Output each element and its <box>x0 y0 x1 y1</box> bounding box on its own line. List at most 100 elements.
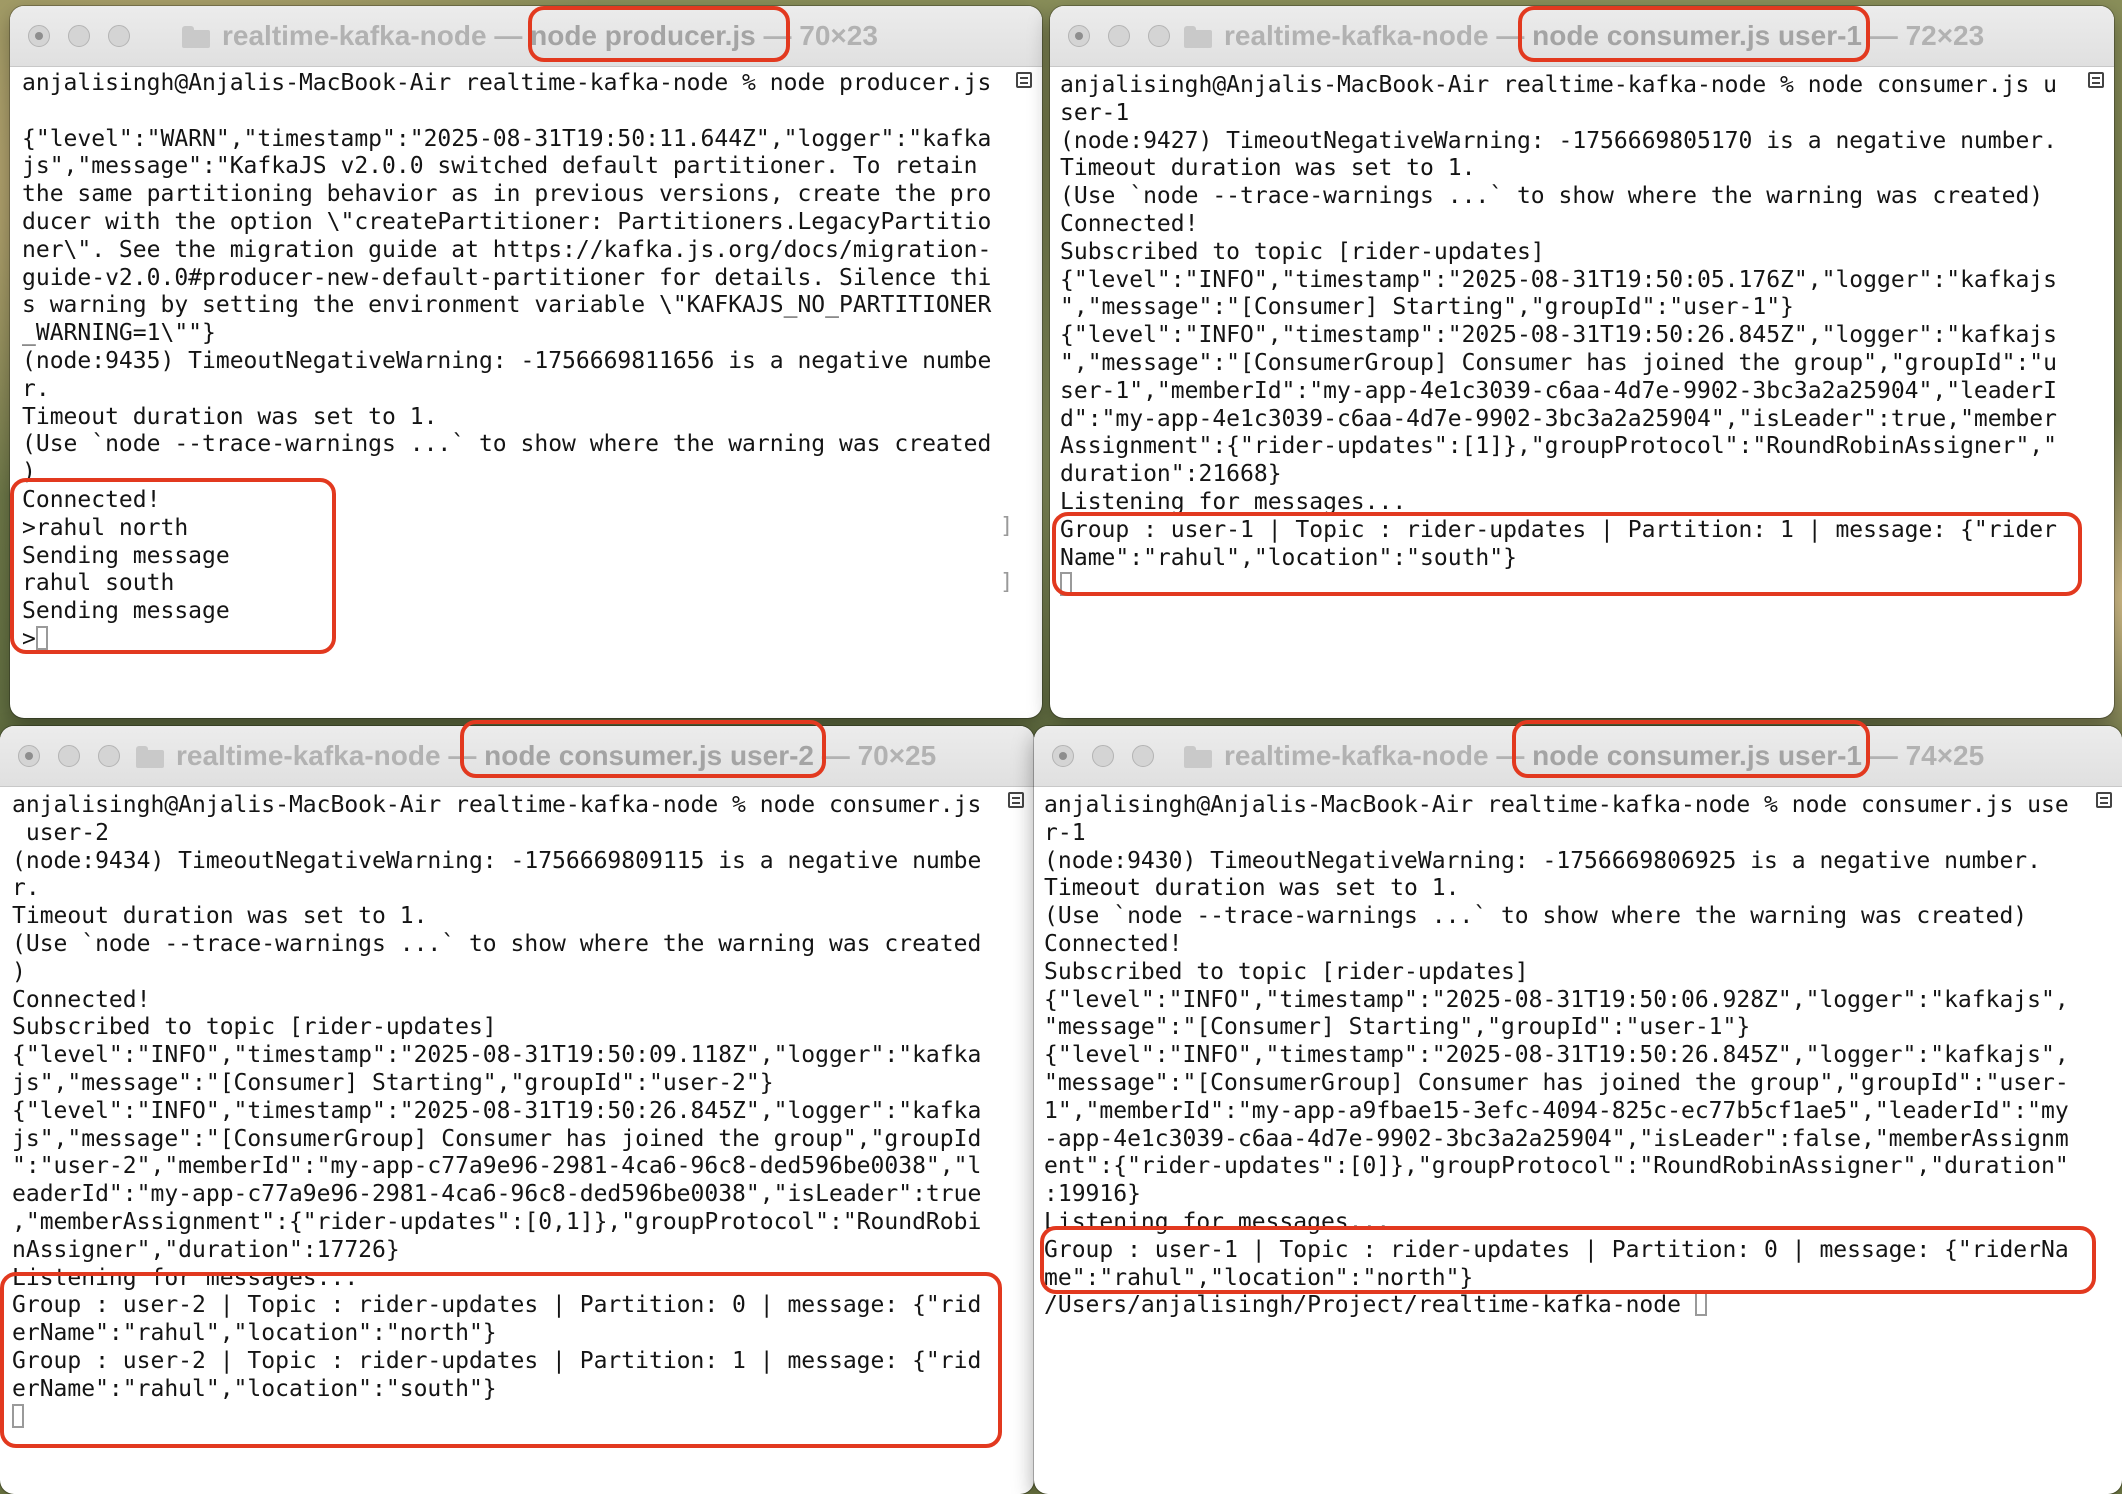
close-button[interactable] <box>28 25 50 47</box>
window-title: realtime-kafka-node — node producer.js —… <box>182 6 878 66</box>
terminal-line: Listening for messages... <box>12 1264 359 1291</box>
title-size: 70×25 <box>857 740 937 771</box>
terminal-line: guide-v2.0.0#producer-new-default-partit… <box>22 264 992 291</box>
terminal-line: {"level":"INFO","timestamp":"2025-08-31T… <box>1060 266 2057 293</box>
terminal-window-producer[interactable]: realtime-kafka-node — node producer.js —… <box>10 6 1042 718</box>
minimize-button[interactable] <box>1092 745 1114 767</box>
terminal-window-consumer-user-2[interactable]: realtime-kafka-node — node consumer.js u… <box>0 726 1034 1494</box>
terminal-content[interactable]: anjalisingh@Anjalis-MacBook-Air realtime… <box>1034 786 2122 1494</box>
title-size: 74×25 <box>1905 740 1985 771</box>
terminal-line: {"level":"INFO","timestamp":"2025-08-31T… <box>1060 322 2057 349</box>
cursor-icon <box>1694 1292 1707 1317</box>
terminal-line: (Use `node --trace-warnings ...` to show… <box>22 431 992 458</box>
terminal-line: Timeout duration was set to 1. <box>12 903 428 930</box>
title-bar[interactable]: realtime-kafka-node — node producer.js —… <box>10 6 1042 67</box>
terminal-line: ent":{"rider-updates":[0]},"groupProtoco… <box>1044 1153 2069 1180</box>
terminal-line: r. <box>12 875 40 902</box>
terminal-line: d":"my-app-4e1c3039-c6aa-4d7e-9902-3bc3a… <box>1060 405 2057 432</box>
terminal-line: (node:9435) TimeoutNegativeWarning: -175… <box>22 347 992 374</box>
scrollbar-marker-icon[interactable] <box>2088 72 2104 88</box>
terminal-line: :19916} <box>1044 1181 1141 1208</box>
terminal-line: Connected! <box>12 986 151 1013</box>
title-command: node consumer.js user-1 <box>1532 740 1862 771</box>
terminal-line: {"level":"WARN","timestamp":"2025-08-31T… <box>22 125 992 152</box>
terminal-output: anjalisingh@Anjalis-MacBook-Air realtime… <box>1060 72 2057 600</box>
terminal-line: Group : user-2 | Topic : rider-updates |… <box>12 1292 982 1319</box>
title-separator: — <box>821 740 850 771</box>
terminal-line: ner\". See the migration guide at https:… <box>22 236 992 263</box>
terminal-line: anjalisingh@Anjalis-MacBook-Air realtime… <box>1060 72 2057 98</box>
title-separator: — <box>448 740 477 771</box>
terminal-line: ","message":"[ConsumerGroup] Consumer ha… <box>1060 349 2057 376</box>
terminal-line: _WARNING=1\""} <box>22 320 216 347</box>
terminal-line: {"level":"INFO","timestamp":"2025-08-31T… <box>12 1042 982 1069</box>
terminal-line: anjalisingh@Anjalis-MacBook-Air realtime… <box>1044 792 2069 818</box>
terminal-line <box>1060 572 2057 600</box>
title-bar[interactable]: realtime-kafka-node — node consumer.js u… <box>1034 726 2122 787</box>
title-bar[interactable]: realtime-kafka-node — node consumer.js u… <box>1050 6 2114 67</box>
terminal-line: Connected! <box>1044 930 1183 957</box>
minimize-button[interactable] <box>68 25 90 47</box>
bracket-mark: ] <box>1000 514 1014 539</box>
title-separator: — <box>1496 20 1525 51</box>
zoom-button[interactable] <box>98 745 120 767</box>
cursor-icon <box>35 625 48 650</box>
terminal-line: (node:9427) TimeoutNegativeWarning: -175… <box>1060 127 2057 154</box>
terminal-line: -app-4e1c3039-c6aa-4d7e-9902-3bc3a2a2590… <box>1044 1125 2069 1152</box>
terminal-line: (Use `node --trace-warnings ...` to show… <box>1044 903 2028 930</box>
terminal-line: >rahul north <box>22 514 189 541</box>
terminal-content[interactable]: anjalisingh@Anjalis-MacBook-Air realtime… <box>10 66 1042 718</box>
minimize-button[interactable] <box>1108 25 1130 47</box>
title-size: 70×23 <box>799 20 878 51</box>
zoom-button[interactable] <box>1132 745 1154 767</box>
terminal-line: {"level":"INFO","timestamp":"2025-08-31T… <box>1044 986 2069 1013</box>
terminal-line: (node:9430) TimeoutNegativeWarning: -175… <box>1044 847 2041 874</box>
zoom-button[interactable] <box>108 25 130 47</box>
zoom-button[interactable] <box>1148 25 1170 47</box>
window-title: realtime-kafka-node — node consumer.js u… <box>1184 6 1984 66</box>
terminal-line: Group : user-2 | Topic : rider-updates |… <box>12 1347 982 1374</box>
terminal-line: s warning by setting the environment var… <box>22 292 992 319</box>
terminal-line: anjalisingh@Anjalis-MacBook-Air realtime… <box>12 792 982 818</box>
close-button[interactable] <box>1052 745 1074 767</box>
terminal-line: {"level":"INFO","timestamp":"2025-08-31T… <box>1044 1042 2069 1069</box>
bracket-mark: ] <box>1000 570 1014 595</box>
scrollbar-marker-icon[interactable] <box>1008 792 1024 808</box>
terminal-line: Timeout duration was set to 1. <box>1060 155 1476 182</box>
terminal-line: Timeout duration was set to 1. <box>22 403 438 430</box>
terminal-line: duration":21668} <box>1060 461 1282 488</box>
title-command: node consumer.js user-2 <box>484 740 814 771</box>
terminal-line: Connected! <box>1060 210 1199 237</box>
terminal-content[interactable]: anjalisingh@Anjalis-MacBook-Air realtime… <box>0 786 1034 1494</box>
terminal-line: r-1 <box>1044 819 1086 846</box>
terminal-line: Group : user-1 | Topic : rider-updates |… <box>1044 1236 2069 1263</box>
terminal-line: rahul south <box>22 570 175 597</box>
terminal-content[interactable]: anjalisingh@Anjalis-MacBook-Air realtime… <box>1050 66 2114 718</box>
close-button[interactable] <box>18 745 40 767</box>
terminal-line: ser-1","memberId":"my-app-4e1c3039-c6aa-… <box>1060 377 2057 404</box>
cursor-icon <box>1060 572 1072 597</box>
terminal-line: "message":"[ConsumerGroup] Consumer has … <box>1044 1069 2069 1096</box>
minimize-button[interactable] <box>58 745 80 767</box>
scrollbar-marker-icon[interactable] <box>1016 72 1032 88</box>
terminal-line: user-2 <box>12 819 109 846</box>
close-button[interactable] <box>1068 25 1090 47</box>
terminal-line: Listening for messages... <box>1044 1208 1391 1235</box>
terminal-line: erName":"rahul","location":"south"} <box>12 1375 497 1402</box>
title-size: 72×23 <box>1905 20 1985 51</box>
title-bar[interactable]: realtime-kafka-node — node consumer.js u… <box>0 726 1034 787</box>
window-title: realtime-kafka-node — node consumer.js u… <box>1184 726 1984 786</box>
terminal-line: (node:9434) TimeoutNegativeWarning: -175… <box>12 847 982 874</box>
terminal-line: (Use `node --trace-warnings ...` to show… <box>1060 183 2044 210</box>
terminal-line: Subscribed to topic [rider-updates] <box>12 1014 497 1041</box>
terminal-window-consumer-user-1[interactable]: realtime-kafka-node — node consumer.js u… <box>1050 6 2114 718</box>
title-separator: — <box>494 20 523 51</box>
scrollbar-marker-icon[interactable] <box>2096 792 2112 808</box>
terminal-line: {"level":"INFO","timestamp":"2025-08-31T… <box>12 1097 982 1124</box>
terminal-line: Name":"rahul","location":"south"} <box>1060 544 1517 571</box>
terminal-window-consumer-user-1-b[interactable]: realtime-kafka-node — node consumer.js u… <box>1034 726 2122 1494</box>
title-folder: realtime-kafka-node <box>222 20 487 51</box>
terminal-line: r. <box>22 375 50 402</box>
terminal-line: me":"rahul","location":"north"} <box>1044 1264 1474 1291</box>
